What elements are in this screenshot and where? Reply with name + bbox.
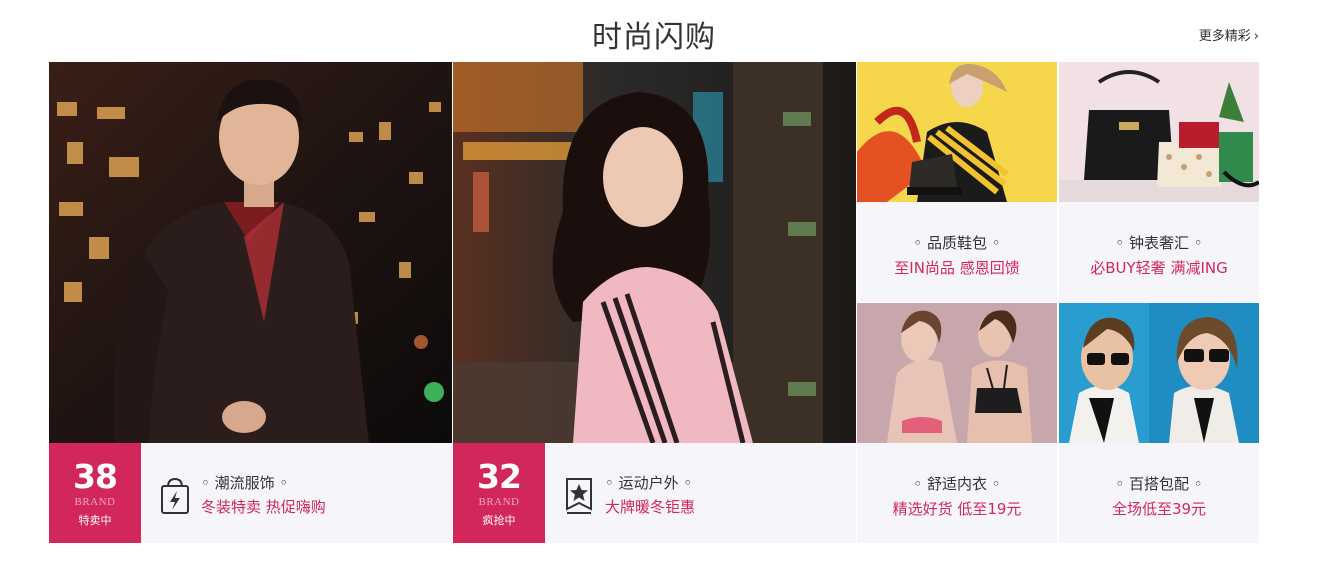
shopping-bag-lightning-icon (159, 475, 191, 515)
flash-sale-grid: 38 BRAND 特卖中 ◦ 潮流服饰 ◦ 冬装特卖 热促嗨购 32 BRAND… (49, 62, 1259, 543)
photo-two-women (857, 303, 1057, 443)
category-name: ◦ 钟表奢汇 ◦ (1115, 234, 1203, 252)
big-card-footer-sports: 32 BRAND 疯抢中 ◦ 运动户外 ◦ 大牌暖冬钜惠 (453, 443, 856, 543)
small-card-footer: ◦ 舒适内衣 ◦ 精选好货 低至19元 (857, 443, 1057, 543)
small-card-photo-underwear[interactable] (857, 303, 1057, 443)
brand-count: 32 (477, 457, 522, 496)
small-card-watches-luxury[interactable]: ◦ 钟表奢汇 ◦ 必BUY轻奢 满减ING (1059, 62, 1259, 302)
photo-woman-boots (857, 62, 1057, 202)
sale-status: 疯抢中 (482, 514, 516, 527)
category-promo[interactable]: 至IN尚品 感恩回馈 (857, 257, 1057, 278)
big-card-fashion[interactable]: 38 BRAND 特卖中 ◦ 潮流服饰 ◦ 冬装特卖 热促嗨购 (49, 62, 452, 543)
category-promo[interactable]: 必BUY轻奢 满减ING (1059, 257, 1259, 278)
category-promo[interactable]: 全场低至39元 (1059, 498, 1259, 519)
big-card-photo-fashion[interactable] (49, 62, 452, 443)
section-header: 时尚闪购 更多精彩 › (49, 0, 1259, 62)
big-card-footer-fashion: 38 BRAND 特卖中 ◦ 潮流服饰 ◦ 冬装特卖 热促嗨购 (49, 443, 452, 543)
category-name: ◦ 潮流服饰 ◦ (201, 474, 289, 492)
brand-count: 38 (73, 457, 118, 496)
photo-woman-pink-jacket (453, 62, 856, 443)
more-link[interactable]: 更多精彩 › (1199, 25, 1259, 44)
brand-count-badge: 38 BRAND 特卖中 (49, 443, 141, 543)
chevron-right-icon: › (1253, 29, 1259, 44)
sale-status: 特卖中 (78, 514, 112, 527)
category-name: ◦ 百搭包配 ◦ (1115, 475, 1203, 493)
category-name: ◦ 舒适内衣 ◦ (913, 475, 1001, 493)
small-card-footer: ◦ 钟表奢汇 ◦ 必BUY轻奢 满减ING (1059, 202, 1259, 302)
small-card-footer: ◦ 百搭包配 ◦ 全场低至39元 (1059, 443, 1259, 543)
photo-sunglasses-couple (1059, 303, 1259, 443)
category-name: ◦ 品质鞋包 ◦ (913, 234, 1001, 252)
category-promo[interactable]: 精选好货 低至19元 (857, 498, 1057, 519)
small-card-underwear[interactable]: ◦ 舒适内衣 ◦ 精选好货 低至19元 (857, 303, 1057, 543)
small-card-accessories[interactable]: ◦ 百搭包配 ◦ 全场低至39元 (1059, 303, 1259, 543)
photo-man-night-street (49, 62, 452, 443)
small-card-photo-watches-luxury[interactable] (1059, 62, 1259, 202)
star-ribbon-icon (563, 475, 595, 515)
small-card-photo-accessories[interactable] (1059, 303, 1259, 443)
category-promo[interactable]: 冬装特卖 热促嗨购 (201, 496, 326, 517)
more-link-label: 更多精彩 (1198, 29, 1251, 44)
small-card-footer: ◦ 品质鞋包 ◦ 至IN尚品 感恩回馈 (857, 202, 1057, 302)
small-card-photo-shoes-bags[interactable] (857, 62, 1057, 202)
photo-handbags (1059, 62, 1259, 202)
category-promo[interactable]: 大牌暖冬钜惠 (605, 496, 695, 517)
category-name: ◦ 运动户外 ◦ (605, 474, 693, 492)
brand-caption: BRAND (74, 496, 116, 508)
small-card-shoes-bags[interactable]: ◦ 品质鞋包 ◦ 至IN尚品 感恩回馈 (857, 62, 1057, 302)
brand-caption: BRAND (478, 496, 520, 508)
big-card-photo-sports[interactable] (453, 62, 856, 443)
brand-count-badge: 32 BRAND 疯抢中 (453, 443, 545, 543)
section-title: 时尚闪购 (592, 20, 716, 55)
big-card-sports[interactable]: 32 BRAND 疯抢中 ◦ 运动户外 ◦ 大牌暖冬钜惠 (453, 62, 856, 543)
